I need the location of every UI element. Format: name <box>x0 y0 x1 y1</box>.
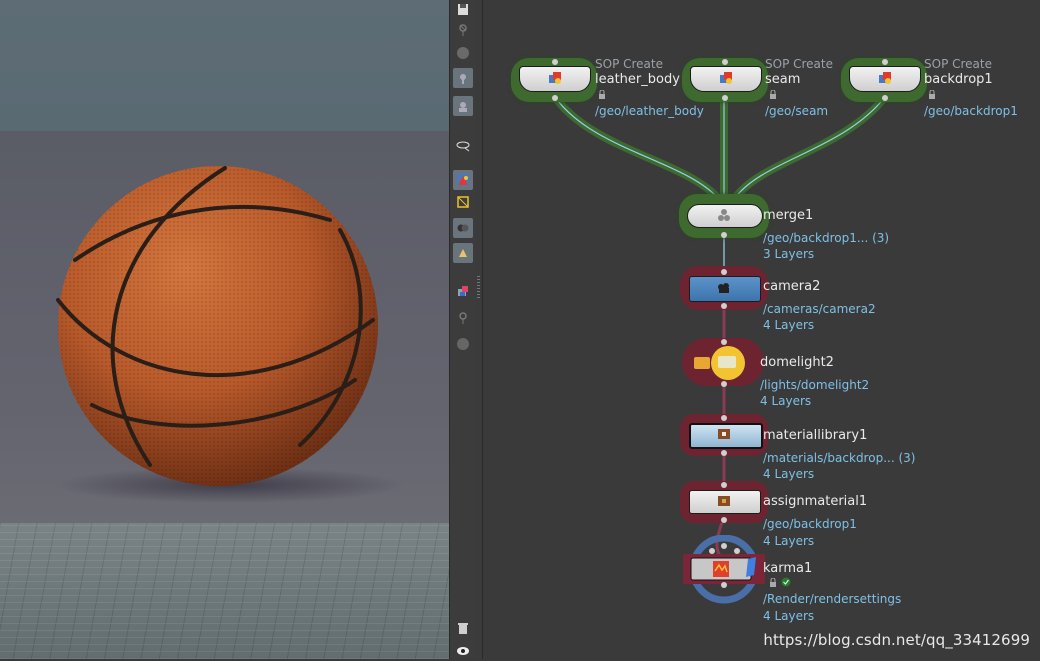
ghost-icon[interactable] <box>453 243 473 263</box>
node-name-merge1[interactable]: merge1 <box>763 208 813 223</box>
node-sub-label: SOP Create <box>765 57 833 71</box>
node-path-karma1: /Render/rendersettings <box>763 592 902 606</box>
display-icon[interactable] <box>453 43 473 63</box>
node-path-seam: /geo/seam <box>765 104 829 118</box>
color-icon[interactable] <box>453 170 473 190</box>
snap-icon[interactable] <box>453 308 473 328</box>
node-path-camera2: /cameras/camera2 <box>763 302 876 316</box>
eye-icon[interactable] <box>453 641 473 661</box>
network-editor[interactable]: SOP Create leather_body /geo/leather_bod… <box>483 0 1040 659</box>
viewport-toolbar <box>449 0 478 659</box>
trash-icon[interactable] <box>453 618 473 638</box>
render-region-icon[interactable] <box>453 282 473 302</box>
lock-icon[interactable] <box>928 90 936 99</box>
node-domelight2[interactable] <box>682 338 772 388</box>
sop-create-icon <box>720 72 732 84</box>
lock-icon[interactable] <box>598 90 606 99</box>
node-name-assignmaterial1[interactable]: assignmaterial1 <box>763 494 867 509</box>
node-name-leather-body[interactable]: leather_body <box>595 72 680 87</box>
node-materiallibrary1[interactable] <box>680 414 770 459</box>
node-path-materiallibrary1: /materials/backdrop... (3) <box>763 451 916 465</box>
material-icon <box>718 496 730 506</box>
sop-create-icon <box>549 72 561 84</box>
lasso-icon[interactable] <box>453 218 473 238</box>
merge-icon <box>718 209 730 221</box>
save-icon[interactable] <box>453 0 473 20</box>
node-backdrop1[interactable] <box>841 58 931 103</box>
select-icon[interactable] <box>453 68 473 88</box>
node-merge1[interactable] <box>679 194 769 239</box>
pane-splitter[interactable] <box>476 0 483 659</box>
node-name-camera2[interactable]: camera2 <box>763 279 820 294</box>
node-layers-materiallibrary1: 4 Layers <box>763 467 815 481</box>
lock-icon[interactable] <box>769 578 777 587</box>
node-path-leather-body: /geo/leather_body <box>595 104 704 118</box>
node-path-assignmaterial1: /geo/backdrop1 <box>763 517 857 531</box>
node-path-backdrop1: /geo/backdrop1 <box>924 104 1018 118</box>
node-name-domelight2[interactable]: domelight2 <box>760 355 834 370</box>
camera-view-icon[interactable] <box>453 96 473 116</box>
check-icon[interactable] <box>781 577 791 587</box>
node-name-materiallibrary1[interactable]: materiallibrary1 <box>763 428 867 443</box>
node-assignmaterial1[interactable] <box>680 481 770 526</box>
material-icon <box>718 429 730 439</box>
render-rop-icon <box>683 535 765 604</box>
sop-create-icon <box>879 72 891 84</box>
lock-icon[interactable] <box>769 90 777 99</box>
node-name-seam[interactable]: seam <box>765 72 800 87</box>
watermark-url: https://blog.csdn.net/qq_33412699 <box>763 631 1030 649</box>
select-geometry-icon[interactable] <box>453 192 473 212</box>
snap-off-icon[interactable] <box>453 20 473 40</box>
basketball-render <box>55 166 405 503</box>
camera-icon <box>718 283 729 293</box>
node-camera2[interactable] <box>680 266 770 311</box>
scene-viewport[interactable] <box>0 0 449 659</box>
node-seam[interactable] <box>682 58 772 103</box>
light-bulb-icon <box>694 346 745 380</box>
node-path-merge1: /geo/backdrop1... (3) <box>763 231 890 245</box>
node-layers-camera2: 4 Layers <box>763 318 815 332</box>
node-name-karma1[interactable]: karma1 <box>763 561 812 576</box>
node-name-backdrop1[interactable]: backdrop1 <box>924 72 993 87</box>
node-path-domelight2: /lights/domelight2 <box>760 378 870 392</box>
node-karma1[interactable] <box>682 535 772 605</box>
splitter-grip[interactable] <box>477 276 480 298</box>
node-layers-karma1: 4 Layers <box>763 609 815 623</box>
node-sub-label: SOP Create <box>595 57 663 71</box>
node-layers-merge1: 3 Layers <box>763 247 815 261</box>
node-layers-domelight2: 4 Layers <box>760 394 812 408</box>
record-icon[interactable] <box>453 334 473 354</box>
node-leather-body[interactable] <box>511 58 601 103</box>
handle-icon[interactable] <box>453 135 473 155</box>
node-sub-label: SOP Create <box>924 57 992 71</box>
